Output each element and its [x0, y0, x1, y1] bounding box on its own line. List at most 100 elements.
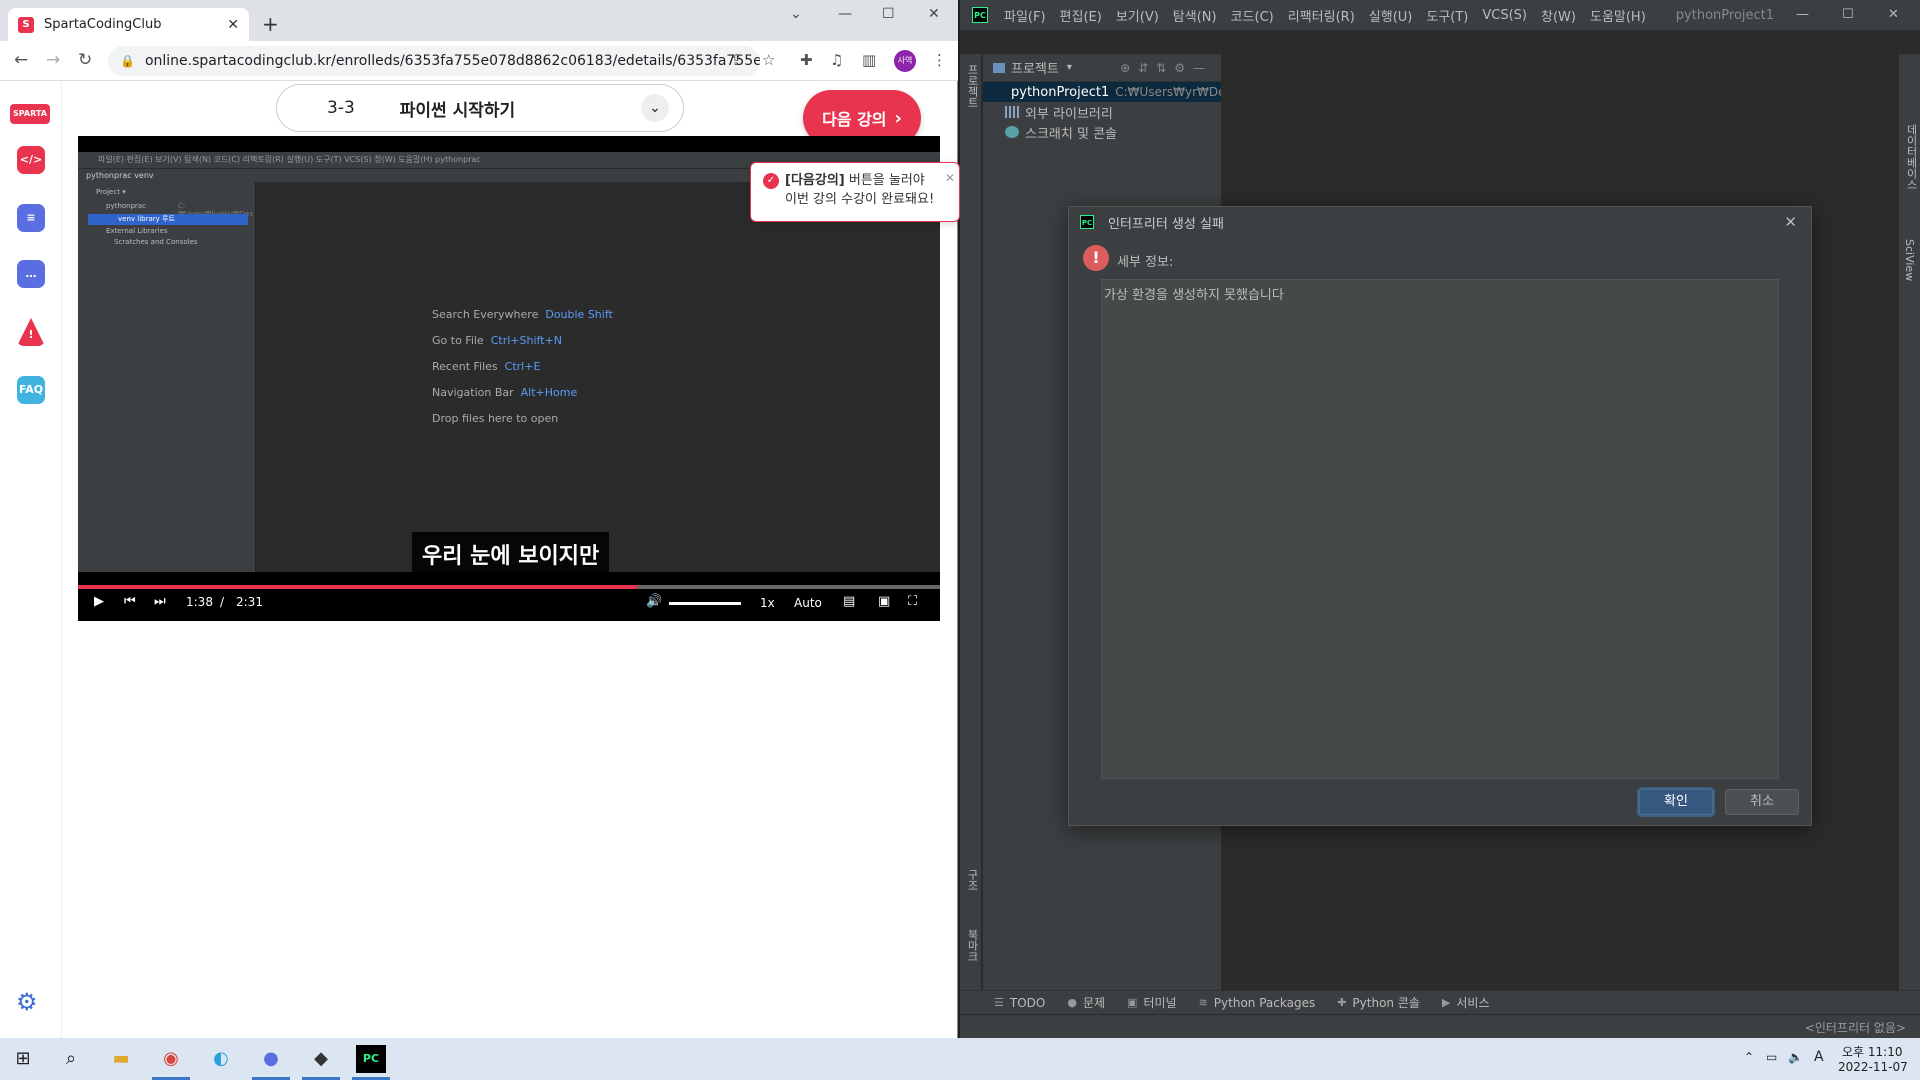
menu-help[interactable]: 도움말(H) — [1590, 6, 1646, 25]
warning-icon[interactable]: ! — [17, 318, 45, 346]
chevron-down-icon[interactable]: ⌄ — [641, 94, 669, 122]
windows-start-icon[interactable]: ⊞ — [8, 1045, 38, 1073]
menu-run[interactable]: 실행(U) — [1369, 6, 1413, 25]
network-icon[interactable]: ▭ — [1766, 1050, 1777, 1064]
new-tab-button[interactable]: + — [262, 12, 279, 36]
search-icon[interactable]: ⌕ — [56, 1045, 86, 1073]
sciview-tool-tab[interactable]: SciView — [1903, 239, 1916, 281]
volume-icon[interactable]: 🔊 — [646, 594, 662, 609]
menu-window[interactable]: 창(W) — [1541, 6, 1576, 25]
ide-close-button[interactable]: ✕ — [1888, 7, 1899, 22]
previous-icon[interactable]: ⏮ — [124, 594, 136, 609]
captions-icon[interactable]: ▤ — [843, 594, 855, 609]
close-window-button[interactable]: ✕ — [928, 6, 940, 22]
chat-icon[interactable]: … — [17, 260, 45, 288]
url-field[interactable]: 🔒 online.spartacodingclub.kr/enrolleds/6… — [108, 46, 760, 76]
bookmark-star-icon[interactable]: ☆ — [762, 51, 775, 69]
ide-bottom-tool-tabs: ☰ TODO ● 문제 ▣ 터미널 ≋ Python Packages ✚ Python … — [960, 990, 1920, 1014]
media-control-icon[interactable]: ♫ — [830, 51, 843, 69]
lecture-title: 파이썬 시작하기 — [399, 100, 516, 121]
tree-item-project[interactable]: pythonProject1 C:₩Users₩yr₩Deskt — [983, 82, 1221, 102]
structure-tool-tab[interactable]: 구조 — [964, 869, 980, 891]
database-tool-tab[interactable]: 데이터베이스 — [1903, 124, 1919, 190]
menu-file[interactable]: 파일(F) — [1004, 6, 1046, 25]
ok-button[interactable]: 확인 — [1639, 789, 1713, 815]
toast-line2: 이번 강의 수강이 완료돼요! — [785, 192, 935, 207]
ide-left-tool-strip: 프로젝트 구조 북마크 — [960, 54, 982, 1014]
interpreter-error-dialog: PC 인터프리터 생성 실패 ✕ ! 세부 정보: 가상 환경을 생성하지 못했… — [1068, 206, 1812, 826]
project-toolbar-icons[interactable]: ⊕⇵⇅⚙— — [1120, 61, 1213, 75]
toast-close-icon[interactable]: ✕ — [945, 169, 955, 188]
notes-icon[interactable]: ≡ — [17, 204, 45, 232]
discord-icon[interactable]: ● — [252, 1045, 290, 1080]
tab-search-icon[interactable]: ⌄ — [790, 6, 802, 22]
services-tab[interactable]: ▶ 서비스 — [1442, 994, 1490, 1011]
video-ide-project-panel: Project ▾ pythonprac C:₩Users₩hunky₩Des … — [78, 182, 256, 572]
next-icon[interactable]: ⏭ — [154, 594, 166, 609]
menu-code[interactable]: 코드(C) — [1231, 6, 1274, 25]
profile-avatar[interactable]: 사역 — [894, 50, 916, 72]
chrome-icon[interactable]: ◉ — [152, 1045, 190, 1080]
video-progress-bar[interactable] — [78, 585, 940, 589]
maximize-button[interactable]: ☐ — [882, 6, 895, 22]
chrome-menu-icon[interactable]: ⋮ — [932, 51, 947, 69]
video-tree-item: pythonprac — [106, 202, 146, 210]
forward-icon[interactable]: → — [46, 50, 60, 70]
minimize-button[interactable]: — — [838, 6, 852, 22]
bookmarks-tool-tab[interactable]: 북마크 — [964, 929, 980, 962]
faq-icon[interactable]: FAQ — [17, 376, 45, 404]
video-tree-item: Project ▾ — [96, 188, 126, 196]
settings-gear-icon[interactable]: ⚙ — [16, 988, 38, 1016]
ide-maximize-button[interactable]: ☐ — [1842, 7, 1854, 22]
app-icon[interactable]: ◆ — [302, 1045, 340, 1080]
play-icon[interactable]: ▶ — [94, 594, 104, 609]
info-icon: ● — [1067, 996, 1077, 1009]
menu-tools[interactable]: 도구(T) — [1426, 6, 1468, 25]
sparta-logo[interactable]: SPARTA — [10, 104, 50, 124]
cancel-button[interactable]: 취소 — [1725, 789, 1799, 815]
details-textarea[interactable]: 가상 환경을 생성하지 못했습니다 — [1101, 279, 1779, 779]
tree-item-external-libraries[interactable]: 외부 라이브러리 — [983, 102, 1221, 122]
menu-refactor[interactable]: 리팩터링(R) — [1288, 6, 1355, 25]
python-console-tab[interactable]: ✚ Python 콘솔 — [1337, 994, 1420, 1011]
problems-tab[interactable]: ● 문제 — [1067, 994, 1105, 1011]
terminal-tab[interactable]: ▣ 터미널 — [1127, 994, 1177, 1011]
browser-tab[interactable]: S SpartaCodingClub ✕ — [8, 8, 249, 41]
edge-icon[interactable]: ◐ — [206, 1045, 236, 1073]
lecture-selector[interactable]: 3-3 파이썬 시작하기 ⌄ — [276, 84, 684, 132]
menu-edit[interactable]: 편집(E) — [1060, 6, 1102, 25]
dialog-close-icon[interactable]: ✕ — [1784, 213, 1797, 231]
tree-item-scratches[interactable]: 스크래치 및 콘솔 — [983, 122, 1221, 142]
share-icon[interactable]: ⇪ — [730, 51, 743, 69]
dropdown-arrow-icon[interactable]: ▾ — [1067, 62, 1072, 73]
ime-indicator[interactable]: A — [1814, 1049, 1824, 1065]
project-panel-title[interactable]: 프로젝트 — [1011, 58, 1059, 77]
pycharm-taskbar-icon[interactable]: PC — [352, 1045, 390, 1080]
clock-date[interactable]: 2022-11-07 — [1838, 1060, 1908, 1074]
fullscreen-icon[interactable]: ⛶ — [908, 594, 917, 609]
back-icon[interactable]: ← — [14, 50, 28, 70]
interpreter-status[interactable]: <인터프리터 없음> — [1805, 1019, 1906, 1036]
python-packages-tab[interactable]: ≋ Python Packages — [1199, 996, 1316, 1010]
menu-navigate[interactable]: 탐색(N) — [1173, 6, 1217, 25]
side-panel-icon[interactable]: ▥ — [862, 51, 876, 69]
tray-chevron-icon[interactable]: ⌃ — [1744, 1050, 1754, 1064]
playback-speed[interactable]: 1x — [760, 596, 775, 610]
clock-time[interactable]: 오후 11:10 — [1842, 1043, 1902, 1060]
tab-close-icon[interactable]: ✕ — [227, 17, 239, 33]
todo-tab[interactable]: ☰ TODO — [994, 996, 1045, 1010]
pip-icon[interactable]: ▣ — [878, 594, 890, 609]
menu-vcs[interactable]: VCS(S) — [1482, 8, 1527, 23]
project-tool-tab[interactable]: 프로젝트 — [964, 64, 980, 108]
address-bar-row: ← → ↻ 🔒 online.spartacodingclub.kr/enrol… — [0, 41, 958, 81]
reload-icon[interactable]: ↻ — [78, 50, 92, 70]
file-explorer-icon[interactable]: ▬ — [106, 1045, 136, 1073]
menu-view[interactable]: 보기(V) — [1116, 6, 1159, 25]
sparta-favicon-icon: S — [18, 16, 34, 33]
extensions-icon[interactable]: ✚ — [800, 51, 813, 69]
ide-minimize-button[interactable]: — — [1796, 7, 1809, 22]
code-icon[interactable]: </> — [17, 146, 45, 174]
volume-tray-icon[interactable]: 🔈 — [1788, 1050, 1803, 1064]
quality-select[interactable]: Auto — [794, 596, 822, 610]
volume-slider[interactable] — [669, 602, 741, 605]
